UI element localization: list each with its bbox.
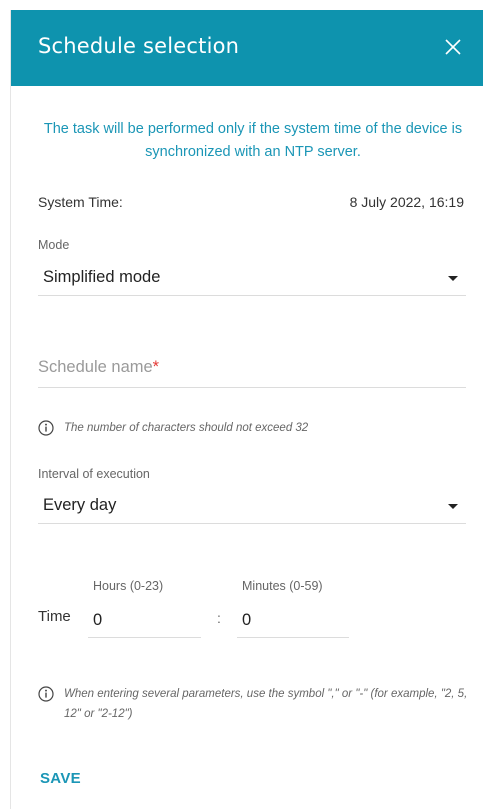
caret-down-icon — [448, 504, 458, 509]
schedule-name-placeholder: Schedule name* — [38, 358, 160, 376]
schedule-dialog: Schedule selection The task will be perf… — [10, 10, 483, 809]
close-button[interactable] — [442, 36, 464, 58]
dialog-header: Schedule selection — [11, 10, 483, 86]
close-icon — [445, 39, 461, 55]
system-time-value: 8 July 2022, 16:19 — [349, 194, 464, 210]
minutes-input[interactable]: 0 — [237, 602, 349, 638]
info-icon — [38, 420, 54, 436]
minutes-label: Minutes (0-59) — [242, 579, 323, 593]
ntp-notice: The task will be performed only if the s… — [43, 121, 463, 160]
mode-label: Mode — [38, 238, 70, 252]
time-hint: When entering several parameters, use th… — [38, 684, 470, 724]
save-button[interactable]: SAVE — [40, 770, 81, 787]
interval-select[interactable]: Every day — [38, 486, 466, 524]
schedule-name-hint-text: The number of characters should not exce… — [64, 422, 309, 434]
interval-label: Interval of execution — [38, 467, 150, 481]
hours-label: Hours (0-23) — [93, 579, 164, 593]
interval-select-value: Every day — [43, 496, 117, 514]
dialog-title: Schedule selection — [38, 34, 240, 58]
system-time-label: System Time: — [38, 194, 123, 210]
mode-select[interactable]: Simplified mode — [38, 258, 466, 296]
hours-value: 0 — [93, 611, 103, 629]
minutes-value: 0 — [242, 611, 252, 629]
time-hint-text: When entering several parameters, use th… — [64, 688, 468, 720]
schedule-name-hint: The number of characters should not exce… — [38, 418, 468, 438]
mode-select-value: Simplified mode — [43, 268, 161, 286]
time-separator: : — [217, 610, 221, 626]
schedule-name-input[interactable]: Schedule name* — [38, 350, 466, 388]
hours-input[interactable]: 0 — [88, 602, 201, 638]
caret-down-icon — [448, 276, 458, 281]
info-icon — [38, 686, 54, 702]
required-mark: * — [152, 358, 160, 376]
time-label: Time — [38, 608, 71, 625]
